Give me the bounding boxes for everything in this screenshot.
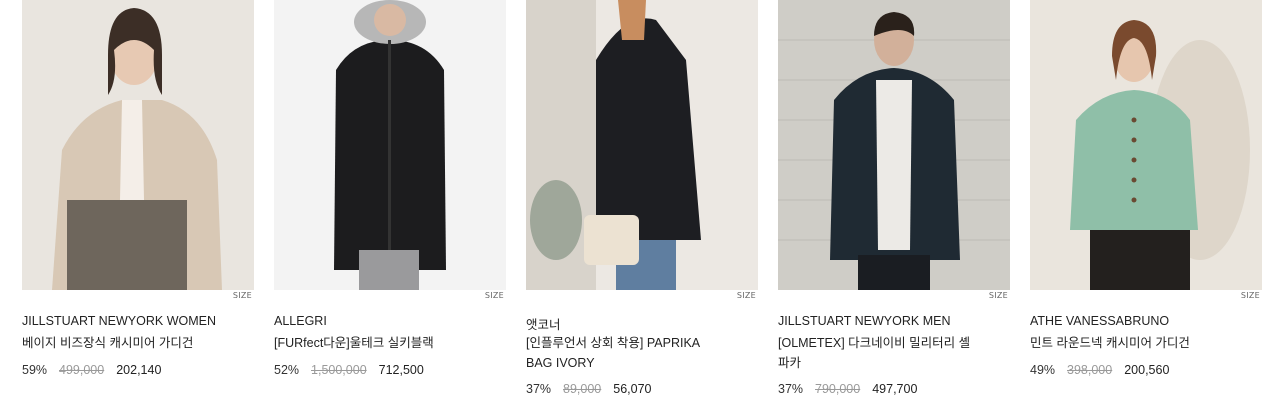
discount-rate: 49% [1030,363,1056,377]
product-brand[interactable]: ALLEGRI [274,314,327,328]
product-name[interactable]: [FURfect다운]울테크 실키블랙 [274,333,474,353]
product-card[interactable]: SIZE ALLEGRI [FURfect다운]울테크 실키블랙 52% 1,50… [274,0,506,401]
price-row: 49% 398,000 200,560 [1030,363,1181,377]
discount-rate: 52% [274,363,300,377]
product-image[interactable] [1030,0,1262,290]
product-name[interactable]: [인플루언서 상회 착용] PAPRIKA BAG IVORY [526,333,726,373]
product-brand[interactable]: 앳코너 [526,314,561,333]
price-row: 52% 1,500,000 712,500 [274,363,436,377]
original-price: 89,000 [563,382,602,396]
price-row: 37% 89,000 56,070 [526,382,664,396]
product-brand[interactable]: JILLSTUART NEWYORK MEN [778,314,951,328]
sale-price: 712,500 [378,363,424,377]
original-price: 398,000 [1067,363,1113,377]
product-name[interactable]: 베이지 비즈장식 캐시미어 가디건 [22,333,222,353]
product-image[interactable] [778,0,1010,290]
size-label[interactable]: SIZE [989,291,1008,300]
sale-price: 202,140 [116,363,162,377]
original-price: 499,000 [59,363,105,377]
size-label[interactable]: SIZE [1241,291,1260,300]
product-image[interactable] [274,0,506,290]
product-card[interactable]: SIZE ATHE VANESSABRUNO 민트 라운드넥 캐시미어 가디건 … [1030,0,1262,401]
product-name[interactable]: [OLMETEX] 다크네이비 밀리터리 셸파카 [778,333,978,373]
size-label[interactable]: SIZE [737,291,756,300]
product-card[interactable]: SIZE JILLSTUART NEWYORK WOMEN 베이지 비즈장식 캐… [22,0,254,401]
original-price: 790,000 [815,382,861,396]
size-label[interactable]: SIZE [485,291,504,300]
sale-price: 497,700 [872,382,918,396]
product-image[interactable] [22,0,254,290]
discount-rate: 59% [22,363,48,377]
discount-rate: 37% [526,382,552,396]
product-brand[interactable]: ATHE VANESSABRUNO [1030,314,1169,328]
original-price: 1,500,000 [311,363,367,377]
size-label[interactable]: SIZE [233,291,252,300]
product-grid: SIZE JILLSTUART NEWYORK WOMEN 베이지 비즈장식 캐… [22,0,1262,401]
price-row: 59% 499,000 202,140 [22,363,173,377]
product-card[interactable]: SIZE JILLSTUART NEWYORK MEN [OLMETEX] 다크… [778,0,1010,401]
product-image[interactable] [526,0,758,290]
product-card[interactable]: SIZE 앳코너 [인플루언서 상회 착용] PAPRIKA BAG IVORY… [526,0,758,401]
sale-price: 200,560 [1124,363,1170,377]
price-row: 37% 790,000 497,700 [778,382,929,396]
sale-price: 56,070 [613,382,652,396]
discount-rate: 37% [778,382,804,396]
product-brand[interactable]: JILLSTUART NEWYORK WOMEN [22,314,216,328]
product-name[interactable]: 민트 라운드넥 캐시미어 가디건 [1030,333,1230,353]
